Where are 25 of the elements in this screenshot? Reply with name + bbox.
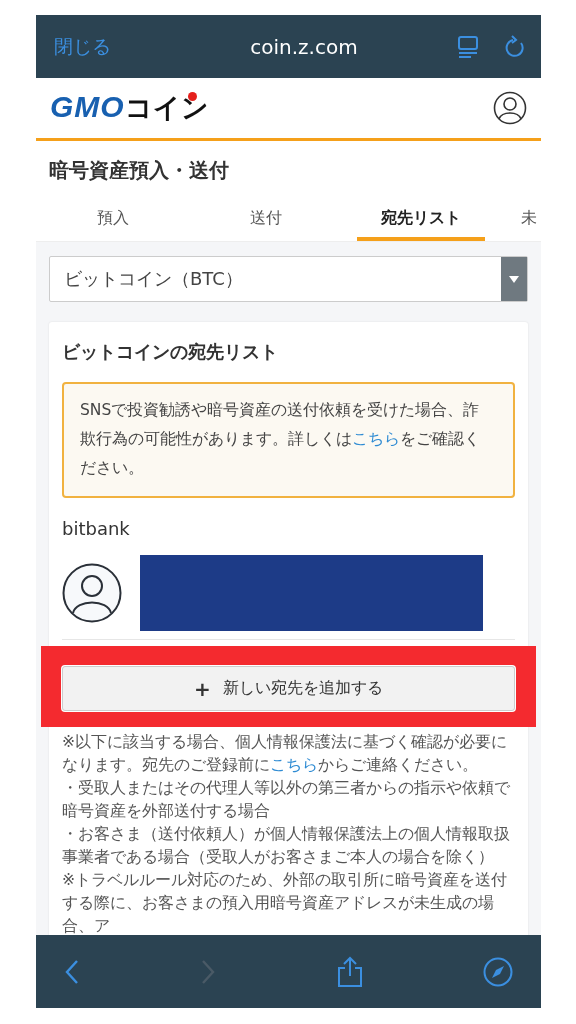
compass-icon[interactable] [483, 956, 513, 987]
note-text: ※以下に該当する場合、個人情報保護法に基づく確認が必要になります。宛先のご登録前にこちらからご連絡ください。 [62, 732, 509, 776]
tab[interactable]: 送付 [202, 208, 330, 241]
add-recipient-button[interactable]: + 新しい宛先を追加する [62, 666, 515, 711]
details-link[interactable]: こちら [352, 430, 400, 448]
tab[interactable]: 未 [519, 208, 539, 241]
tab[interactable]: 預入 [49, 208, 177, 241]
logo[interactable]: GMOコイン [50, 90, 209, 126]
account-icon[interactable] [493, 91, 527, 125]
back-icon[interactable] [64, 958, 80, 985]
reload-icon[interactable] [505, 34, 527, 59]
note-text: ・受取人またはその代理人等以外の第三者からの指示や依頼で暗号資産を外部送付する場合 [62, 778, 511, 822]
contact-link[interactable]: こちら [270, 756, 318, 774]
reader-icon[interactable] [457, 34, 479, 59]
note-text: ・お客さま（送付依頼人）が個人情報保護法上の個人情報取扱事業者である場合（受取人がお客さまご本人の場合を除く） [62, 824, 511, 868]
caret-icon [509, 275, 519, 283]
recipient-name: bitbank [62, 518, 131, 539]
card-title: ビットコインの宛先リスト [62, 340, 279, 364]
warning-notice: SNSで投資勧誘や暗号資産の送付依頼を受けた場合、詐欺行為の可能性があります。詳しくはこちら をご確認ください。 [62, 382, 515, 498]
avatar-icon [62, 563, 122, 623]
currency-select[interactable]: ビットコイン（BTC） [49, 256, 528, 302]
share-icon[interactable] [336, 955, 363, 988]
url-text[interactable]: coin.z.com [137, 34, 431, 59]
note-text: ※トラベルルール対応のため、外部の取引所に暗号資産を送付する際に、お客さまの預入用暗号資産アドレスが未生成の場合、ア [62, 870, 509, 935]
page-title: 暗号資産預入・送付 [48, 157, 230, 184]
